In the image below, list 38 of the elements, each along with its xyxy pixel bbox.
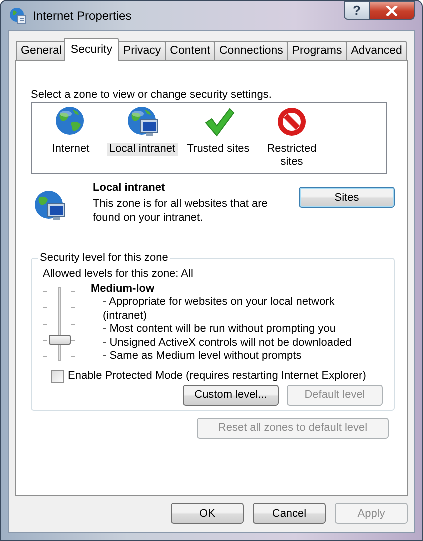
tab[interactable]: Connections: [214, 41, 288, 60]
sites-button[interactable]: Sites: [299, 187, 395, 208]
tab[interactable]: Security: [64, 38, 120, 61]
zone-item[interactable]: Trusted sites: [185, 143, 252, 156]
allowed-levels-text: Allowed levels for this zone: All: [43, 268, 194, 280]
checkmark-icon[interactable]: [202, 106, 234, 138]
tab[interactable]: Privacy: [118, 41, 166, 60]
tab[interactable]: Programs: [287, 41, 348, 60]
zone-description: This zone is for all websites that are found on your intranet.: [93, 197, 269, 225]
window-title: Internet Properties: [33, 8, 133, 22]
close-icon: [386, 6, 398, 16]
dialog-button[interactable]: OK: [171, 503, 244, 524]
globe-monitor-icon[interactable]: [126, 106, 158, 138]
slider-thumb[interactable]: [49, 335, 71, 345]
level-description: - Appropriate for websites on your local network (intranet): [102, 296, 336, 323]
dialog-button[interactable]: Cancel: [253, 503, 326, 524]
globe-monitor-icon: [34, 190, 66, 222]
tab[interactable]: Advanced: [346, 41, 408, 60]
level-name: Medium-low: [91, 283, 156, 295]
instruction-text: Select a zone to view or change security settings.: [31, 89, 273, 101]
checkbox[interactable]: [51, 370, 64, 382]
level-description: - Unsigned ActiveX controls will not be downloaded: [102, 336, 353, 350]
help-button[interactable]: ?: [344, 1, 370, 20]
no-entry-icon[interactable]: [276, 106, 308, 138]
zone-item[interactable]: Local intranet: [107, 143, 178, 156]
checkbox-label[interactable]: Enable Protected Mode (requires restarting Internet Explorer): [68, 370, 366, 382]
level-button[interactable]: Custom level...: [183, 384, 279, 406]
tab[interactable]: General: [16, 41, 67, 60]
group-title: Security level for this zone: [39, 252, 170, 264]
zone-item[interactable]: Restricted sites: [256, 143, 328, 169]
level-description: - Same as Medium level without prompts: [102, 350, 303, 364]
tab[interactable]: Content: [165, 41, 216, 60]
close-button[interactable]: [370, 1, 415, 20]
globe-icon[interactable]: [55, 106, 87, 138]
zone-title: Local intranet: [93, 182, 166, 194]
level-description: - Most content will be run without prompting you: [102, 323, 337, 336]
globe-icon: [9, 6, 27, 24]
zone-item[interactable]: Internet: [50, 143, 92, 156]
